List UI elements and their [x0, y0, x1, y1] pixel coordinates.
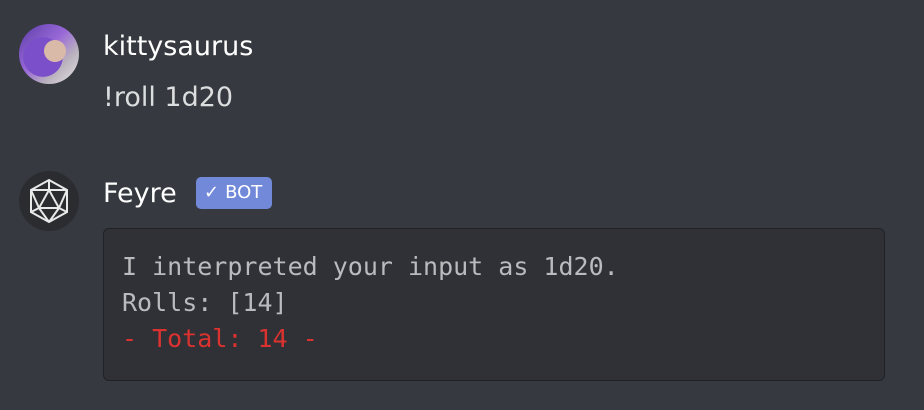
message-author[interactable]: kittysaurus: [103, 31, 253, 62]
avatar[interactable]: [19, 24, 79, 84]
code-line-interpretation: I interpreted your input as 1d20.: [122, 252, 619, 281]
code-line-total: - Total: 14 -: [122, 324, 318, 353]
message-author[interactable]: Feyre: [103, 178, 177, 209]
avatar[interactable]: [19, 171, 79, 231]
check-icon: ✓: [204, 182, 220, 203]
bot-badge: ✓ BOT: [196, 177, 273, 209]
code-block: I interpreted your input as 1d20. Rolls:…: [103, 228, 885, 381]
message-content: !roll 1d20: [103, 82, 234, 113]
code-line-rolls: Rolls: [14]: [122, 288, 288, 317]
d20-icon: [30, 178, 68, 224]
bot-badge-label: BOT: [225, 182, 263, 203]
